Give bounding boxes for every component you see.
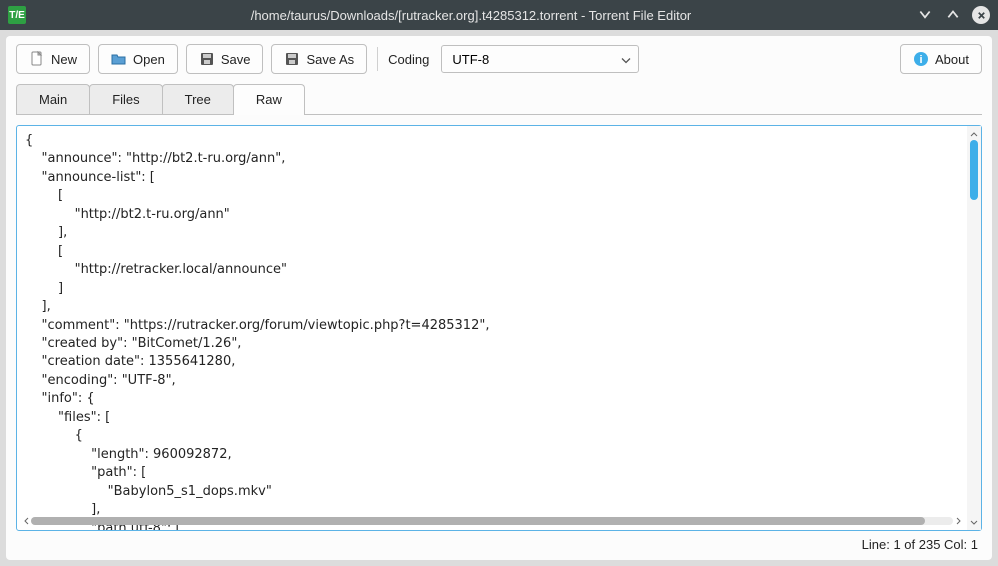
coding-select-wrap — [441, 45, 639, 73]
window-title: /home/taurus/Downloads/[rutracker.org].t… — [34, 8, 908, 23]
minimize-button[interactable] — [916, 6, 934, 24]
scroll-left-icon[interactable] — [21, 517, 31, 525]
coding-label: Coding — [388, 52, 429, 67]
new-button[interactable]: New — [16, 44, 90, 74]
vscroll-track[interactable] — [970, 140, 978, 516]
vertical-scrollbar[interactable] — [967, 126, 981, 530]
scroll-down-icon[interactable] — [970, 516, 978, 528]
open-button-label: Open — [133, 52, 165, 67]
tab-files[interactable]: Files — [89, 84, 162, 114]
save-as-icon — [284, 51, 300, 67]
tab-raw[interactable]: Raw — [233, 84, 305, 114]
status-bar: Line: 1 of 235 Col: 1 — [16, 531, 982, 552]
titlebar: T/E /home/taurus/Downloads/[rutracker.or… — [0, 0, 998, 30]
scroll-up-icon[interactable] — [970, 128, 978, 140]
tab-tree[interactable]: Tree — [162, 84, 234, 114]
toolbar: New Open Save Save As Coding i About — [16, 44, 982, 74]
new-button-label: New — [51, 52, 77, 67]
about-button[interactable]: i About — [900, 44, 982, 74]
main-panel: New Open Save Save As Coding i About Ma — [6, 36, 992, 560]
editor-box: { "announce": "http://bt2.t-ru.org/ann",… — [16, 125, 982, 531]
raw-editor[interactable]: { "announce": "http://bt2.t-ru.org/ann",… — [17, 126, 967, 530]
scroll-right-icon[interactable] — [953, 517, 963, 525]
new-file-icon — [29, 51, 45, 67]
vscroll-thumb[interactable] — [970, 140, 978, 200]
close-button[interactable] — [972, 6, 990, 24]
editor-area: { "announce": "http://bt2.t-ru.org/ann",… — [16, 125, 982, 552]
coding-select[interactable] — [441, 45, 639, 73]
app-icon: T/E — [8, 6, 26, 24]
tab-main[interactable]: Main — [16, 84, 90, 114]
save-button[interactable]: Save — [186, 44, 264, 74]
info-icon: i — [913, 51, 929, 67]
maximize-button[interactable] — [944, 6, 962, 24]
save-as-button-label: Save As — [306, 52, 354, 67]
save-icon — [199, 51, 215, 67]
open-button[interactable]: Open — [98, 44, 178, 74]
tab-bar: Main Files Tree Raw — [16, 84, 982, 115]
hscroll-track[interactable] — [31, 517, 953, 525]
open-folder-icon — [111, 51, 127, 67]
svg-text:i: i — [919, 54, 922, 66]
about-button-label: About — [935, 52, 969, 67]
save-button-label: Save — [221, 52, 251, 67]
toolbar-separator — [377, 47, 378, 71]
window-controls — [916, 6, 990, 24]
save-as-button[interactable]: Save As — [271, 44, 367, 74]
hscroll-thumb[interactable] — [31, 517, 925, 525]
horizontal-scrollbar[interactable] — [21, 515, 963, 527]
